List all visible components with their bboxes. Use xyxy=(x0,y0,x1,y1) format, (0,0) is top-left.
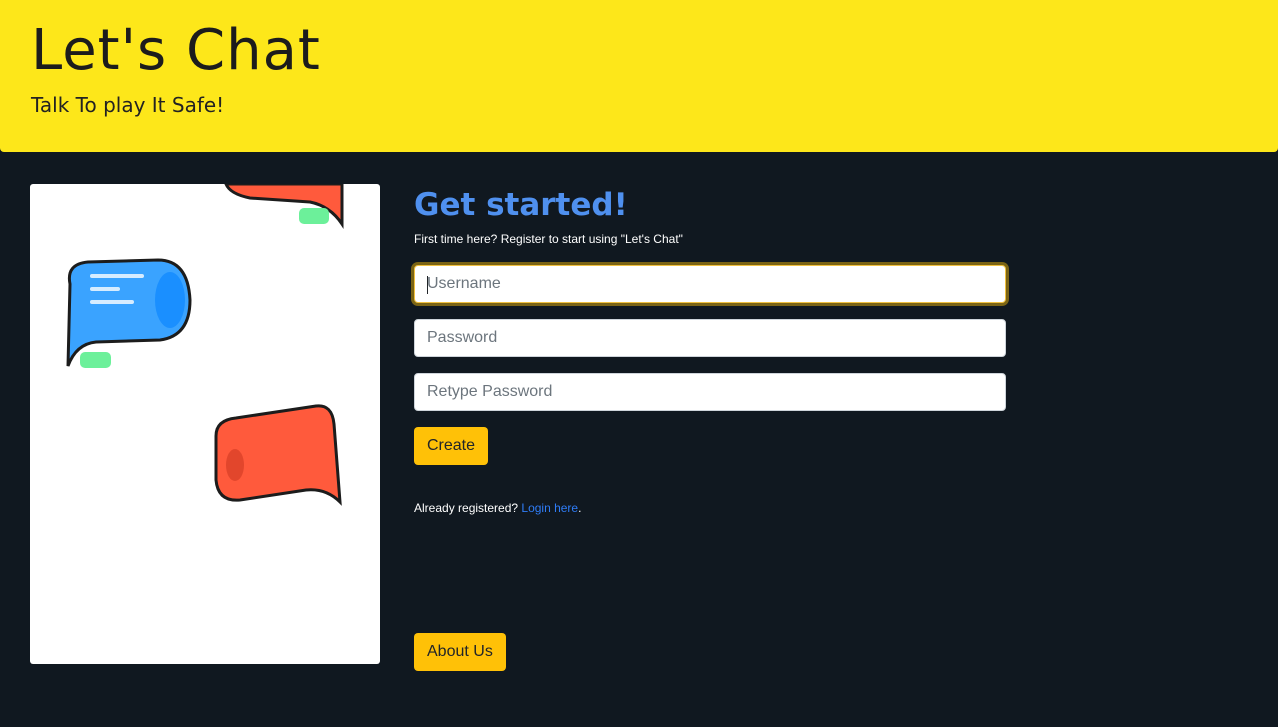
green-tag-middle xyxy=(80,352,111,368)
login-prompt-text: Already registered? xyxy=(414,501,522,515)
login-prompt-suffix: . xyxy=(578,501,582,515)
retype-password-input[interactable] xyxy=(414,373,1006,411)
username-input[interactable] xyxy=(414,265,1006,303)
blue-bubble-line-1 xyxy=(90,274,144,278)
password-input[interactable] xyxy=(414,319,1006,357)
red-bubble-end xyxy=(226,449,244,481)
about-us-button[interactable]: About Us xyxy=(414,633,506,671)
login-link[interactable]: Login here xyxy=(521,501,578,515)
blue-bubble-line-3 xyxy=(90,300,134,304)
signup-heading: Get started! xyxy=(414,187,628,223)
signup-intro: First time here? Register to start using… xyxy=(414,232,683,246)
blue-bubble-line-2 xyxy=(90,287,120,291)
app-title: Let's Chat xyxy=(31,18,321,83)
app-tagline: Talk To play It Safe! xyxy=(31,93,225,117)
text-caret xyxy=(427,276,428,294)
site-header: Let's Chat Talk To play It Safe! xyxy=(0,0,1278,152)
login-prompt: Already registered? Login here. xyxy=(414,501,581,515)
blue-bubble-end xyxy=(155,272,185,328)
create-button[interactable]: Create xyxy=(414,427,489,465)
green-tag-top xyxy=(299,208,329,224)
chat-bubbles-graphic xyxy=(66,184,344,506)
chat-bubbles-illustration xyxy=(30,184,380,664)
